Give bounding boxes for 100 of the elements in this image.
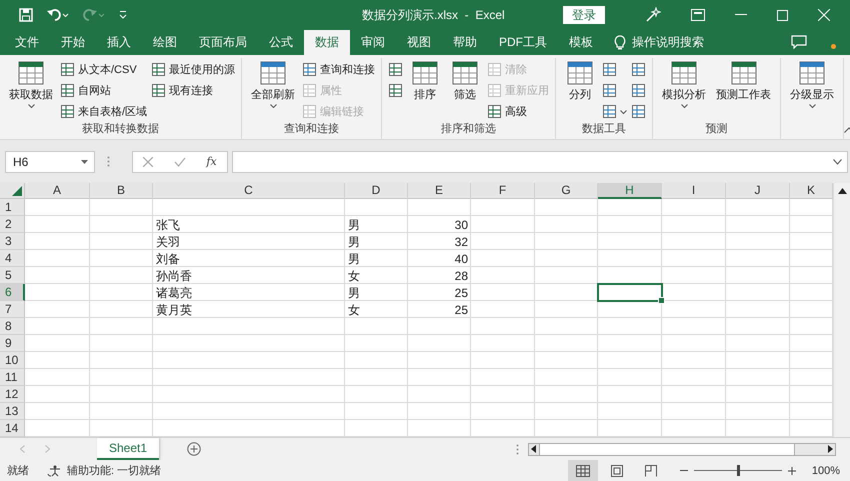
add-sheet-icon[interactable] [187, 442, 201, 456]
scroll-right-icon[interactable] [828, 445, 833, 453]
formula-input[interactable] [232, 150, 848, 172]
accessibility-icon[interactable] [47, 464, 63, 476]
normal-view-button[interactable] [568, 460, 598, 481]
row-header[interactable]: 1 [0, 199, 25, 216]
column-header[interactable]: C [153, 183, 345, 199]
ribbon-button[interactable] [602, 102, 628, 121]
vertical-scrollbar[interactable] [833, 183, 850, 437]
zoom-level[interactable]: 100% [812, 464, 840, 476]
select-all-icon[interactable] [12, 186, 22, 196]
ribbon-button[interactable]: 高级 [487, 102, 550, 121]
row-header[interactable]: 14 [0, 420, 25, 437]
maximize-icon[interactable] [777, 10, 788, 20]
sheet-tab[interactable]: Sheet1 [97, 438, 159, 460]
ribbon-tab[interactable]: 帮助 [442, 30, 488, 55]
login-button[interactable]: 登录 [563, 6, 605, 24]
table-cell: 女 [348, 268, 360, 282]
horizontal-scrollbar[interactable] [528, 442, 836, 456]
ribbon-button[interactable] [631, 81, 646, 100]
zoom-in-button[interactable] [788, 466, 796, 474]
scroll-up-icon[interactable] [838, 188, 846, 194]
ribbon-tab[interactable]: 文件 [4, 30, 50, 55]
ribbon-button[interactable] [388, 81, 404, 100]
ribbon-tab[interactable]: 页面布局 [188, 30, 258, 55]
column-header[interactable]: F [471, 183, 535, 199]
plus-icon [788, 466, 796, 474]
ribbon-tab[interactable]: 绘图 [142, 30, 188, 55]
ribbon-button[interactable]: 查询和连接 [302, 60, 376, 79]
ribbon-button[interactable]: 模拟分析 [659, 58, 710, 109]
column-header[interactable]: B [90, 183, 153, 199]
row-header[interactable]: 7 [0, 301, 25, 318]
ribbon-button[interactable]: 来自表格/区域 [60, 102, 148, 121]
row-header[interactable]: 5 [0, 267, 25, 284]
column-header[interactable]: E [408, 183, 471, 199]
undo-icon[interactable] [47, 8, 69, 22]
window-title: 数据分列演示.xlsx - Excel [362, 7, 505, 24]
save-icon[interactable] [19, 8, 33, 22]
ribbon-button[interactable]: 分列 [562, 58, 598, 102]
table-cell: 诸葛亮 [156, 286, 192, 300]
expand-icon[interactable] [833, 158, 842, 164]
caret-icon [28, 104, 34, 109]
table-icon [602, 62, 618, 77]
row-header[interactable]: 9 [0, 335, 25, 352]
row-header[interactable]: 13 [0, 403, 25, 420]
ribbon-button[interactable]: 全部刷新 [248, 58, 298, 109]
ribbon-tab[interactable]: 公式 [258, 30, 304, 55]
ribbon-button[interactable]: 排序 [407, 58, 444, 102]
close-icon[interactable] [818, 9, 830, 21]
accessibility-status[interactable]: 辅助功能: 一切就绪 [67, 463, 162, 478]
ribbon-tab[interactable]: 视图 [396, 30, 442, 55]
caret-icon [270, 104, 277, 109]
selected-cell[interactable] [597, 283, 663, 302]
column-header[interactable]: H [598, 183, 662, 199]
ribbon-tab[interactable]: 插入 [96, 30, 142, 55]
row-header[interactable]: 11 [0, 369, 25, 386]
ribbon-button[interactable]: 分级显示 [787, 58, 838, 109]
ribbon-button[interactable]: 最近使用的源 [151, 60, 236, 79]
name-box[interactable]: H6 [5, 150, 95, 172]
row-header[interactable]: 4 [0, 250, 25, 267]
wand-icon[interactable] [645, 7, 661, 23]
comment-icon[interactable] [791, 35, 807, 49]
row-header[interactable]: 6 [0, 284, 25, 301]
row-header[interactable]: 2 [0, 216, 25, 233]
table-cell: 男 [348, 286, 360, 300]
ribbon-button[interactable]: 筛选 [447, 58, 484, 102]
check-icon[interactable] [174, 156, 186, 166]
row-header[interactable]: 8 [0, 318, 25, 335]
column-header[interactable]: G [535, 183, 598, 199]
ribbon-tab[interactable]: 审阅 [350, 30, 396, 55]
column-header[interactable]: D [345, 183, 408, 199]
ribbon-display-icon[interactable] [691, 9, 705, 21]
row-header[interactable]: 12 [0, 386, 25, 403]
column-header[interactable]: K [790, 183, 833, 199]
tell-me-search[interactable]: 操作说明搜索 [632, 30, 704, 55]
row-header[interactable]: 3 [0, 233, 25, 250]
insert-function-button[interactable]: fx [206, 155, 217, 168]
ribbon-tab[interactable]: 数据 [304, 30, 350, 55]
ribbon-button[interactable]: 获取数据 [6, 58, 56, 109]
zoom-slider[interactable] [736, 465, 740, 476]
column-header[interactable]: I [662, 183, 726, 199]
page-break-icon [644, 464, 657, 476]
ribbon-button[interactable]: 从文本/CSV [60, 60, 148, 79]
column-header[interactable]: J [726, 183, 790, 199]
ribbon-button[interactable]: 现有连接 [151, 81, 236, 100]
ribbon-button[interactable] [631, 60, 646, 79]
ribbon-tab[interactable]: 开始 [50, 30, 96, 55]
scroll-thumb[interactable] [539, 444, 795, 454]
ribbon-tab[interactable]: PDF工具 [488, 30, 558, 55]
table-icon [302, 83, 318, 98]
column-header[interactable]: A [25, 183, 90, 199]
ribbon-tab[interactable]: 模板 [558, 30, 604, 55]
ribbon-button[interactable]: 自网站 [60, 81, 148, 100]
row-header[interactable]: 10 [0, 352, 25, 369]
ribbon-button[interactable] [388, 60, 404, 79]
customize-caret-icon[interactable] [119, 10, 127, 20]
ribbon-button[interactable]: 预测工作表 [713, 58, 774, 102]
minimize-icon[interactable] [735, 14, 747, 16]
scroll-left-icon[interactable] [531, 445, 536, 453]
ribbon-button[interactable] [631, 102, 646, 121]
